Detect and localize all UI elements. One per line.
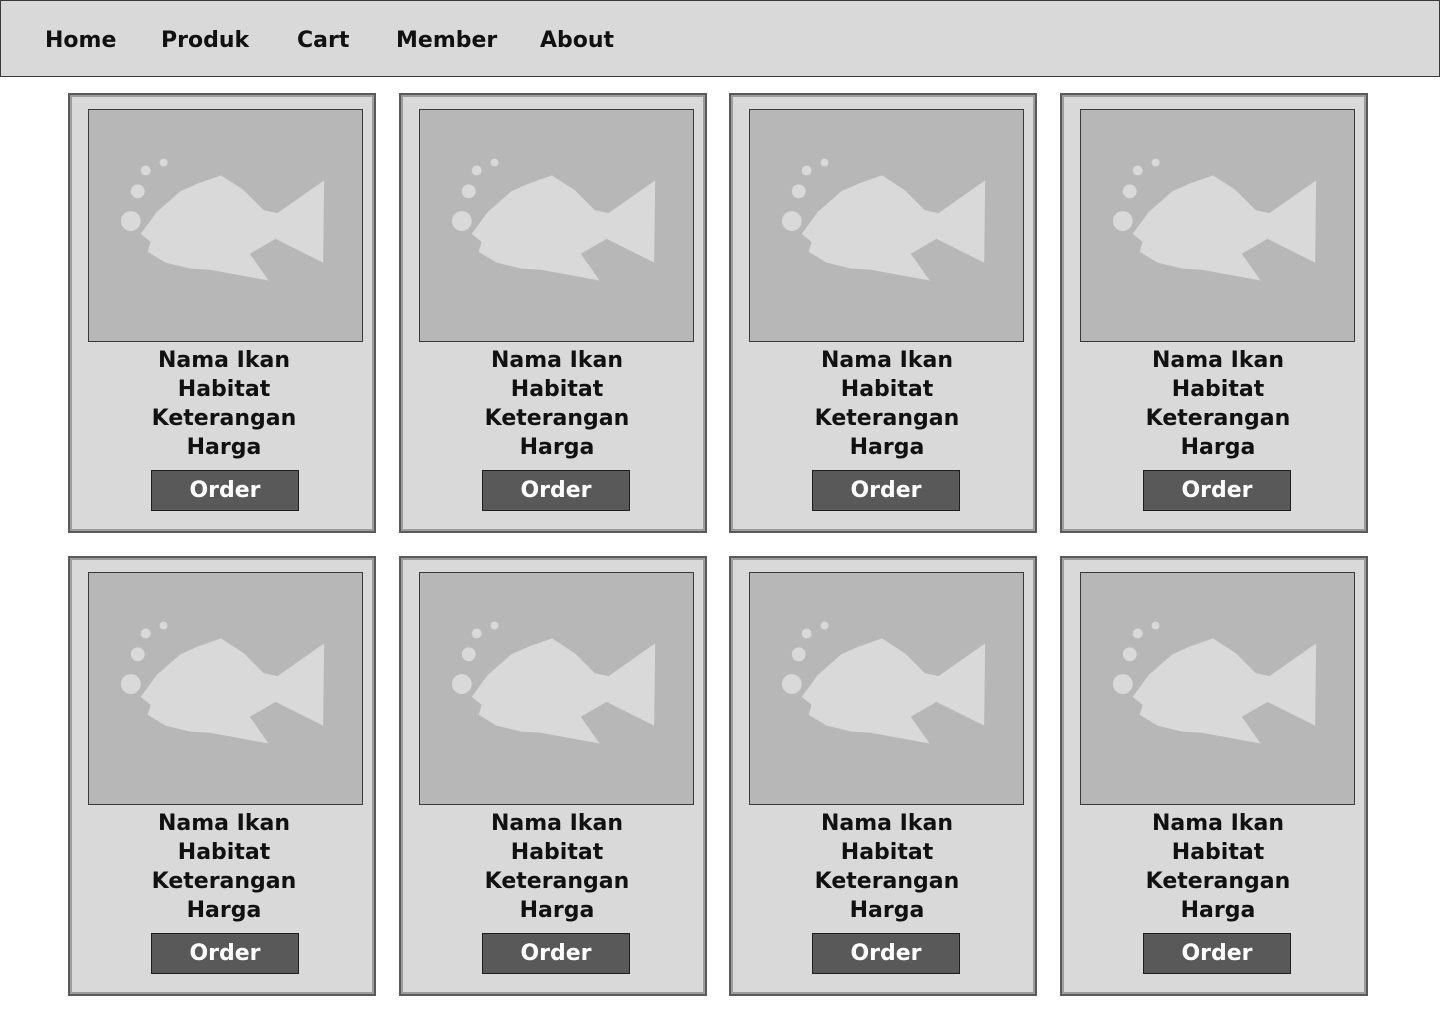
product-name: Nama Ikan — [157, 811, 290, 836]
order-button[interactable]: Order — [151, 470, 299, 511]
product-habitat: Habitat — [510, 377, 604, 402]
fish-image-placeholder-icon — [1080, 572, 1355, 805]
product-name: Nama Ikan — [157, 348, 290, 373]
product-price: Harga — [1180, 898, 1256, 923]
fish-image-placeholder-icon — [419, 109, 694, 342]
product-price: Harga — [186, 898, 262, 923]
product-card: Nama Ikan Habitat Keterangan Harga Order — [1060, 93, 1368, 533]
nav-item-home[interactable]: Home — [45, 25, 116, 57]
product-description: Keterangan — [151, 406, 297, 431]
product-info: Nama Ikan Habitat Keterangan Harga — [74, 809, 374, 925]
order-button[interactable]: Order — [1143, 470, 1291, 511]
product-price: Harga — [519, 898, 595, 923]
order-button[interactable]: Order — [482, 470, 630, 511]
product-price: Harga — [519, 435, 595, 460]
product-habitat: Habitat — [840, 840, 934, 865]
fish-image-placeholder-icon — [419, 572, 694, 805]
product-card: Nama Ikan Habitat Keterangan Harga Order — [68, 556, 376, 996]
product-description: Keterangan — [151, 869, 297, 894]
product-name: Nama Ikan — [1151, 811, 1284, 836]
page: Home Produk Cart Member About Nama Ikan H… — [0, 0, 1440, 1024]
product-price: Harga — [1180, 435, 1256, 460]
product-description: Keterangan — [1145, 406, 1291, 431]
product-description: Keterangan — [814, 869, 960, 894]
product-habitat: Habitat — [177, 377, 271, 402]
product-description: Keterangan — [1145, 869, 1291, 894]
product-card: Nama Ikan Habitat Keterangan Harga Order — [729, 556, 1037, 996]
product-name: Nama Ikan — [820, 348, 953, 373]
product-info: Nama Ikan Habitat Keterangan Harga — [1068, 809, 1368, 925]
order-button[interactable]: Order — [812, 470, 960, 511]
fish-image-placeholder-icon — [1080, 109, 1355, 342]
product-name: Nama Ikan — [490, 348, 623, 373]
fish-image-placeholder-icon — [749, 109, 1024, 342]
order-button[interactable]: Order — [482, 933, 630, 974]
product-card: Nama Ikan Habitat Keterangan Harga Order — [399, 93, 707, 533]
product-info: Nama Ikan Habitat Keterangan Harga — [74, 346, 374, 462]
product-card: Nama Ikan Habitat Keterangan Harga Order — [399, 556, 707, 996]
order-button[interactable]: Order — [1143, 933, 1291, 974]
order-button[interactable]: Order — [812, 933, 960, 974]
product-price: Harga — [186, 435, 262, 460]
product-price: Harga — [849, 898, 925, 923]
product-card: Nama Ikan Habitat Keterangan Harga Order — [1060, 556, 1368, 996]
product-habitat: Habitat — [1171, 377, 1265, 402]
top-navigation-bar: Home Produk Cart Member About — [0, 0, 1440, 77]
product-name: Nama Ikan — [820, 811, 953, 836]
nav-item-cart[interactable]: Cart — [297, 25, 349, 57]
product-card: Nama Ikan Habitat Keterangan Harga Order — [729, 93, 1037, 533]
product-description: Keterangan — [484, 869, 630, 894]
product-habitat: Habitat — [510, 840, 604, 865]
order-button[interactable]: Order — [151, 933, 299, 974]
product-habitat: Habitat — [1171, 840, 1265, 865]
product-info: Nama Ikan Habitat Keterangan Harga — [407, 346, 707, 462]
product-name: Nama Ikan — [490, 811, 623, 836]
fish-image-placeholder-icon — [749, 572, 1024, 805]
product-price: Harga — [849, 435, 925, 460]
nav-item-produk[interactable]: Produk — [161, 25, 249, 57]
product-habitat: Habitat — [177, 840, 271, 865]
product-info: Nama Ikan Habitat Keterangan Harga — [407, 809, 707, 925]
product-description: Keterangan — [814, 406, 960, 431]
fish-image-placeholder-icon — [88, 572, 363, 805]
nav-item-member[interactable]: Member — [396, 25, 497, 57]
product-habitat: Habitat — [840, 377, 934, 402]
nav-item-about[interactable]: About — [540, 25, 614, 57]
product-name: Nama Ikan — [1151, 348, 1284, 373]
product-info: Nama Ikan Habitat Keterangan Harga — [1068, 346, 1368, 462]
product-description: Keterangan — [484, 406, 630, 431]
product-info: Nama Ikan Habitat Keterangan Harga — [737, 346, 1037, 462]
fish-image-placeholder-icon — [88, 109, 363, 342]
product-card: Nama Ikan Habitat Keterangan Harga Order — [68, 93, 376, 533]
product-info: Nama Ikan Habitat Keterangan Harga — [737, 809, 1037, 925]
